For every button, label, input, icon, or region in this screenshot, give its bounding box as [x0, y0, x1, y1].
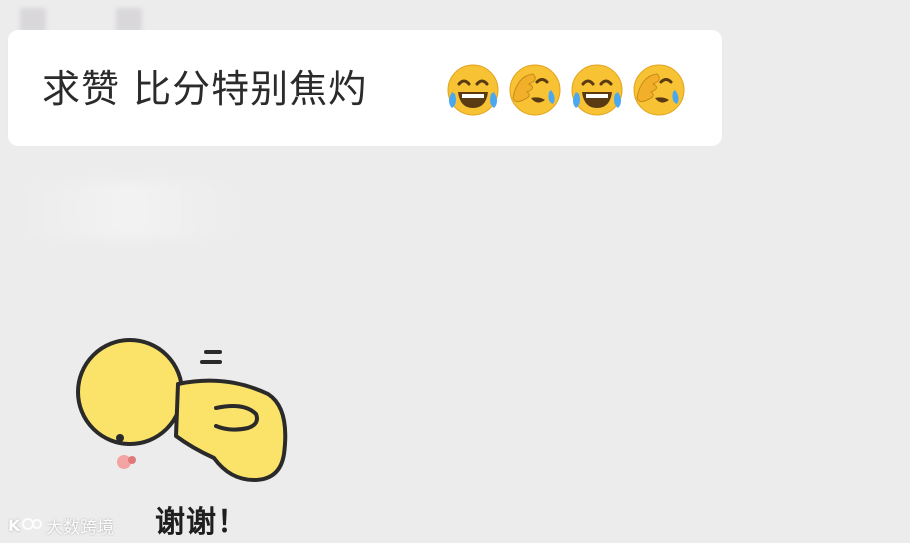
watermark: K 大数跨境 [8, 512, 114, 538]
blurred-avatar [116, 8, 142, 32]
message-bubble[interactable]: 求赞 比分特别焦灼 [8, 30, 722, 146]
sticker-caption: 谢谢！ [155, 505, 248, 540]
watermark-text: 大数跨境 [46, 517, 114, 538]
blurred-message [10, 180, 250, 240]
face-palm-crying-emoji [633, 64, 685, 116]
emoji-row [445, 62, 687, 118]
tears-of-joy-emoji [571, 64, 623, 116]
face-palm-crying-emoji [509, 64, 561, 116]
brand-logo-icon: K [8, 516, 42, 535]
svg-text:K: K [8, 516, 21, 535]
chat-screen: 求赞 比分特别焦灼 谢谢！ K 大数跨境 [0, 0, 910, 543]
tears-of-joy-emoji [447, 64, 499, 116]
blurred-avatar [20, 8, 46, 32]
message-text: 求赞 比分特别焦灼 [42, 67, 368, 111]
